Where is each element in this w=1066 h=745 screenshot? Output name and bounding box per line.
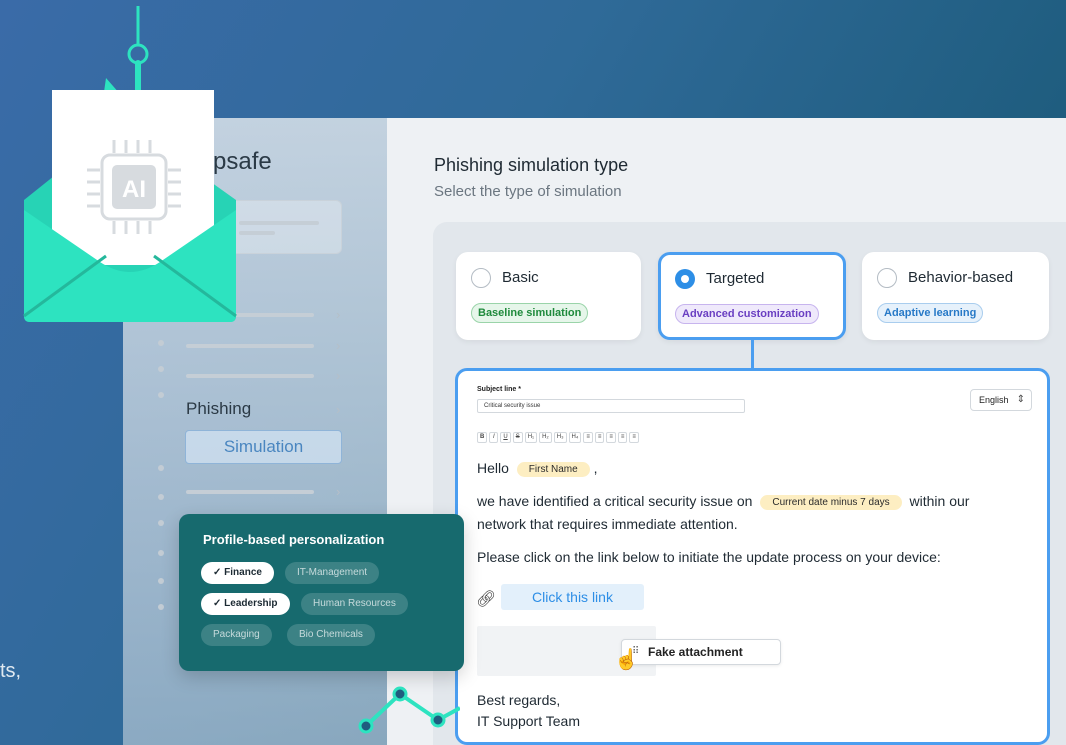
bullet-icon [158,578,164,584]
hand-cursor-icon: ☝ [614,649,639,671]
subject-input[interactable]: Critical security issue [477,399,745,413]
tag-bio-chemicals[interactable]: Bio Chemicals [287,624,375,646]
type-card-behavior-based[interactable]: Behavior-based Adaptive learning [862,252,1049,340]
comma-text: , [593,460,598,476]
tag-it-management[interactable]: IT-Management [285,562,380,584]
bullet-icon [158,494,164,500]
greeting-line: Hello First Name , [477,460,597,477]
phishing-link-button[interactable]: Click this link [501,584,644,610]
align-right-button[interactable]: ≡ [629,432,639,443]
body-line-2: network that requires immediate attentio… [477,516,738,532]
type-label: Behavior-based [908,269,1014,286]
body-line-1: we have identified a critical security i… [477,493,969,510]
profile-personalization-card: Profile-based personalization ✓ Finance … [179,514,464,671]
first-name-token[interactable]: First Name [516,461,590,477]
subject-label: Subject line * [477,386,521,393]
fake-attachment-item[interactable]: ⠿ Fake attachment [621,639,781,665]
chevron-right-icon: › [336,402,341,417]
tag-finance[interactable]: ✓ Finance [201,562,274,584]
radio-behavior-based[interactable] [877,268,897,288]
tag-human-resources[interactable]: Human Resources [301,593,408,615]
ai-phishing-envelope-illustration: AI [23,6,237,322]
bullet-icon [158,340,164,346]
link-icon: 🔗︎ [476,591,497,608]
email-editor: Subject line * Critical security issue E… [455,368,1050,745]
heading4-button[interactable]: H₄ [568,432,582,443]
heading2-button[interactable]: H₂ [539,432,552,443]
bullet-icon [158,550,164,556]
language-value: English [979,395,1009,405]
formatting-toolbar: B I U S H₁ H₂ H₃ H₄ ≡ ≡ ≡ ≡ ≡ [477,432,639,443]
body-text: within our [909,493,970,509]
decorative-graph [358,686,460,734]
signature-line-1: Best regards, [477,692,561,708]
chevron-right-icon: › [336,484,341,499]
sidebar-item-placeholder[interactable] [186,344,314,348]
chevron-right-icon: › [336,368,341,383]
body-text: we have identified a critical security i… [477,493,753,509]
connector-line [751,339,754,370]
updown-chevron-icon: ⇕ [1016,394,1025,405]
body-line-3: Please click on the link below to initia… [477,549,941,565]
bold-button[interactable]: B [477,432,488,443]
type-card-basic[interactable]: Basic Baseline simulation [456,252,641,340]
page-title: Phishing simulation type [434,155,629,175]
page-subtitle: Select the type of simulation [434,183,622,200]
align-center-button[interactable]: ≡ [617,432,628,443]
sidebar-item-placeholder[interactable] [186,374,314,378]
chevron-right-icon: › [336,307,341,322]
strikethrough-button[interactable]: S [512,432,523,443]
type-label: Targeted [706,270,765,287]
sidebar-item-simulation[interactable]: Simulation [185,430,342,464]
type-badge: Baseline simulation [471,303,589,323]
tag-packaging[interactable]: Packaging [201,624,272,646]
signature-line-2: IT Support Team [477,713,580,729]
type-label: Basic [502,269,539,286]
date-token[interactable]: Current date minus 7 days [760,494,902,510]
numbered-list-button[interactable]: ≡ [594,432,605,443]
tag-label: Finance [224,567,262,578]
type-badge: Advanced customization [675,304,819,324]
hello-text: Hello [477,460,509,476]
bullet-list-button[interactable]: ≡ [583,432,593,443]
chevron-right-icon: › [336,338,341,353]
type-card-targeted[interactable]: Targeted Advanced customization [658,252,846,340]
ai-chip-label: AI [122,176,146,203]
bullet-icon [158,366,164,372]
underline-button[interactable]: U [500,432,511,443]
heading3-button[interactable]: H₃ [553,432,567,443]
personalization-title: Profile-based personalization [203,532,385,547]
placeholder-line [239,221,319,225]
bullet-icon [158,604,164,610]
align-left-button[interactable]: ≡ [606,432,616,443]
radio-basic[interactable] [471,268,491,288]
bullet-icon [158,392,164,398]
sidebar-item-placeholder[interactable] [186,490,314,494]
italic-button[interactable]: I [489,432,499,443]
radio-targeted[interactable] [675,269,695,289]
sidebar-item-phishing[interactable]: Phishing [186,399,251,419]
bullet-icon [158,465,164,471]
attachment-label: Fake attachment [648,645,743,659]
heading1-button[interactable]: H₁ [524,432,538,443]
marketing-text-fragment: ts, [0,660,22,682]
bullet-icon [158,520,164,526]
tag-label: Leadership [224,598,278,609]
tag-leadership[interactable]: ✓ Leadership [201,593,290,615]
type-badge: Adaptive learning [877,303,984,323]
language-select[interactable]: English ⇕ [970,389,1032,411]
